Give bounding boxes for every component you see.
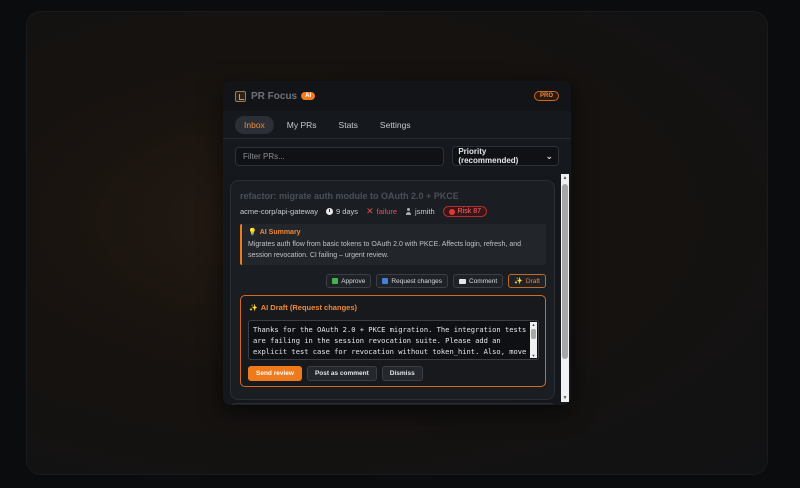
scroll-down-icon[interactable]: ▼ <box>561 394 569 402</box>
red-dot-icon <box>448 208 455 215</box>
tab-settings[interactable]: Settings <box>371 116 420 134</box>
send-review-button[interactable]: Send review <box>248 366 302 381</box>
filter-input[interactable] <box>235 146 445 166</box>
tab-stats[interactable]: Stats <box>330 116 367 134</box>
approve-button[interactable]: Approve <box>326 274 372 288</box>
list-scroll-thumb[interactable] <box>562 184 568 359</box>
comment-button[interactable]: Comment <box>453 274 504 288</box>
ai-draft-heading: ✨ AI Draft (Request changes) <box>249 303 357 312</box>
extension-popup: PR Focus AI PRO Inbox My PRs Stats Setti… <box>223 81 571 405</box>
ai-summary-heading-text: AI Summary <box>259 228 301 236</box>
ai-draft-panel: ✨ AI Draft (Request changes) Thanks for … <box>240 295 546 387</box>
pr-actions: Approve Request changes Comment ✨ Draft <box>326 274 546 288</box>
sort-select[interactable]: Priority (recommended) ⌄ <box>452 146 559 166</box>
sparkle-icon: ✨ <box>249 304 258 312</box>
dismiss-button[interactable]: Dismiss <box>381 366 423 381</box>
tab-bar: Inbox My PRs Stats Settings <box>223 111 571 139</box>
pr-author: jsmith <box>405 207 435 216</box>
sparkle-icon: ✨ <box>514 278 523 285</box>
draft-textarea[interactable]: Thanks for the OAuth 2.0 + PKCE migratio… <box>248 320 539 360</box>
draft-label: Draft <box>525 277 540 285</box>
ai-summary: 💡 AI Summary Migrates auth flow from bas… <box>240 224 546 265</box>
chevron-down-icon: ⌄ <box>545 150 553 161</box>
ai-draft-heading-text: AI Draft (Request changes) <box>260 303 357 312</box>
tab-inbox[interactable]: Inbox <box>235 115 274 134</box>
pr-age-text: 9 days <box>335 207 359 216</box>
pr-card[interactable]: refactor: migrate auth module to OAuth 2… <box>230 180 555 400</box>
ci-status-text: failure <box>376 207 398 216</box>
ai-summary-text: Migrates auth flow from basic tokens to … <box>248 241 522 259</box>
risk-badge: Risk 87 <box>442 206 487 217</box>
app-title: PR Focus <box>251 90 298 102</box>
speech-bubble-icon <box>459 278 466 284</box>
pr-age: 9 days <box>325 207 359 216</box>
pro-badge[interactable]: PRO <box>533 91 559 101</box>
pr-repo: acme-corp/api-gateway <box>240 207 318 216</box>
draft-actions: Send review Post as comment Dismiss <box>248 366 423 381</box>
ai-badge: AI <box>301 92 316 100</box>
pr-title[interactable]: refactor: migrate auth module to OAuth 2… <box>240 191 459 201</box>
pr-author-text: jsmith <box>415 207 435 216</box>
scroll-up-icon[interactable]: ▲ <box>561 174 569 182</box>
request-changes-label: Request changes <box>391 277 442 285</box>
pr-meta: acme-corp/api-gateway 9 days ✕ failure j… <box>240 206 487 217</box>
popup-header: PR Focus AI PRO <box>223 81 571 111</box>
draft-text: Thanks for the OAuth 2.0 + PKCE migratio… <box>253 325 527 359</box>
x-icon: ✕ <box>366 206 374 216</box>
draft-button[interactable]: ✨ Draft <box>508 274 546 288</box>
post-comment-button[interactable]: Post as comment <box>306 366 377 381</box>
list-scrollbar[interactable]: ▲ ▼ <box>561 174 569 402</box>
clock-icon <box>325 208 333 215</box>
approve-label: Approve <box>341 277 366 285</box>
check-icon <box>332 278 339 284</box>
sort-select-value: Priority (recommended) <box>458 147 519 165</box>
filter-row: Priority (recommended) ⌄ <box>223 139 571 174</box>
pr-list: refactor: migrate auth module to OAuth 2… <box>223 174 563 405</box>
scroll-down-icon[interactable]: ▼ <box>530 353 537 358</box>
pr-card-next[interactable] <box>230 403 555 405</box>
ai-summary-heading: 💡 AI Summary <box>248 228 540 237</box>
request-changes-icon <box>382 278 389 284</box>
user-icon <box>405 208 412 215</box>
draft-scroll-thumb[interactable] <box>531 329 536 339</box>
ci-status: ✕ failure <box>366 206 398 217</box>
request-changes-button[interactable]: Request changes <box>376 274 448 288</box>
draft-scrollbar[interactable]: ▲ ▼ <box>530 322 537 358</box>
lightbulb-icon: 💡 <box>248 229 257 236</box>
risk-text: Risk 87 <box>457 208 481 215</box>
app-logo-icon <box>235 90 246 102</box>
comment-label: Comment <box>469 277 498 285</box>
scroll-up-icon[interactable]: ▲ <box>530 322 537 327</box>
tab-my-prs[interactable]: My PRs <box>278 116 326 134</box>
